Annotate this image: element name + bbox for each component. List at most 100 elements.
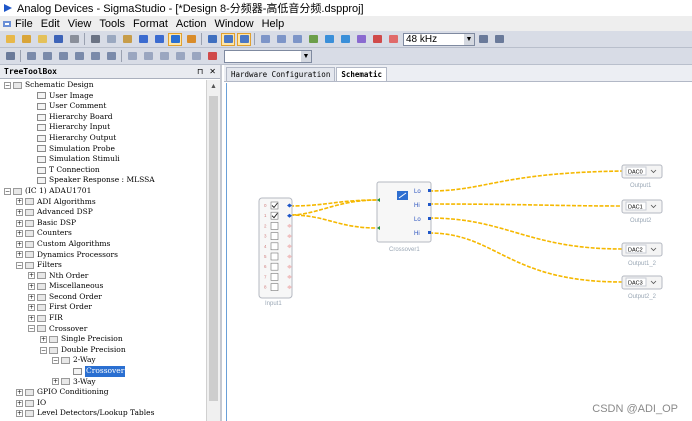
menu-action[interactable]: Action — [176, 18, 207, 30]
tree-item[interactable]: +3-Way — [0, 377, 206, 388]
expand-icon[interactable]: + — [16, 198, 23, 206]
ungroup-icon[interactable] — [173, 50, 187, 63]
zoom-select[interactable]: ▼ — [224, 49, 312, 63]
pin-icon[interactable]: ⊓ — [197, 67, 203, 76]
expand-icon[interactable]: + — [28, 314, 35, 322]
new-icon[interactable] — [3, 33, 17, 46]
tree-item[interactable]: Hierarchy Board — [0, 112, 206, 123]
collapse-icon[interactable]: − — [4, 187, 11, 195]
expand-icon[interactable]: + — [40, 336, 47, 344]
tools-icon[interactable] — [492, 33, 506, 46]
save-icon[interactable] — [51, 33, 65, 46]
input-channel-checkbox[interactable] — [270, 262, 279, 271]
crossover-output-port[interactable] — [428, 231, 431, 234]
collapse-icon[interactable]: − — [16, 261, 23, 269]
send-back-icon[interactable] — [141, 50, 155, 63]
scrollbar-thumb[interactable] — [209, 96, 218, 401]
tree-item[interactable]: Speaker Response : MLSSA — [0, 175, 206, 186]
print-icon[interactable] — [67, 33, 81, 46]
stop-icon[interactable] — [386, 33, 400, 46]
grid-icon[interactable] — [205, 33, 219, 46]
collapse-icon[interactable]: − — [4, 81, 11, 89]
layout-icon[interactable] — [221, 32, 235, 46]
tree-item[interactable]: + Counters — [0, 228, 206, 239]
crossover-output-port[interactable] — [428, 217, 431, 220]
menu-window[interactable]: Window — [214, 18, 253, 30]
redo-icon[interactable] — [152, 33, 166, 46]
input-channel-checkbox[interactable] — [270, 222, 279, 230]
output-block-0[interactable]: DAC0 Output1 — [621, 164, 663, 189]
input-block[interactable]: 012345678 Input1 — [258, 197, 293, 307]
tree-item[interactable]: + FIR — [0, 313, 206, 324]
run-icon[interactable] — [370, 33, 384, 46]
split-icon[interactable] — [290, 33, 304, 46]
settings-icon[interactable] — [476, 33, 490, 46]
bring-front-icon[interactable] — [125, 50, 139, 63]
tree-item[interactable]: + Dynamics Processors — [0, 250, 206, 261]
input-channel-checkbox[interactable] — [270, 242, 279, 251]
tree-item[interactable]: + First Order — [0, 302, 206, 313]
download-icon[interactable] — [338, 33, 352, 46]
output-block-2[interactable]: DAC2 Output1_2 — [621, 242, 663, 267]
paste-icon[interactable] — [120, 33, 134, 46]
tree-item[interactable]: + Miscellaneous — [0, 281, 206, 292]
tab-schematic[interactable]: Schematic — [336, 67, 387, 81]
tree-item[interactable]: Hierarchy Input — [0, 122, 206, 133]
align-icon[interactable] — [306, 33, 320, 46]
align-left-icon[interactable] — [3, 50, 17, 63]
tree-item[interactable]: + Basic DSP — [0, 218, 206, 229]
input-channel-checkbox[interactable] — [270, 252, 279, 261]
align-bottom-icon[interactable] — [56, 50, 70, 63]
crossover-block[interactable]: Lo Hi Lo Hi Crossover1 — [376, 181, 432, 253]
expand-icon[interactable]: + — [28, 293, 35, 301]
open-icon[interactable] — [19, 33, 33, 46]
menu-file[interactable]: File — [15, 18, 33, 30]
tree-item[interactable]: − Double Precision — [0, 345, 206, 356]
crossover-output-port[interactable] — [428, 203, 431, 206]
expand-icon[interactable]: + — [28, 283, 35, 291]
select-tool-icon[interactable] — [168, 32, 182, 46]
collapse-icon[interactable]: − — [52, 357, 59, 365]
tree-item[interactable]: User Image — [0, 91, 206, 102]
chevron-down-icon[interactable]: ▼ — [301, 50, 311, 62]
vertical-scrollbar[interactable]: ▲ — [206, 80, 220, 421]
tree-item[interactable]: T Connection — [0, 165, 206, 176]
expand-icon[interactable]: + — [16, 230, 23, 238]
menu-view[interactable]: View — [68, 18, 92, 30]
tree-item[interactable]: + ADI Algorithms — [0, 197, 206, 208]
tree-item[interactable]: + GPIO Conditioning — [0, 387, 206, 398]
expand-icon[interactable]: + — [16, 399, 23, 407]
input-channel-checkbox[interactable] — [270, 232, 279, 240]
distribute-v-icon[interactable] — [88, 50, 102, 63]
tree-item[interactable]: + Second Order — [0, 292, 206, 303]
expand-icon[interactable]: + — [52, 378, 59, 386]
expand-icon[interactable]: + — [16, 219, 23, 227]
same-size-icon[interactable] — [104, 50, 118, 63]
tree-item[interactable]: − (IC 1) ADAU1701 — [0, 186, 206, 197]
output-block-3[interactable]: DAC3 Output2_2 — [621, 275, 663, 300]
panel-icon[interactable] — [237, 32, 251, 46]
menu-tools[interactable]: Tools — [99, 18, 125, 30]
table-icon[interactable] — [274, 33, 288, 46]
tree-item[interactable]: − 2-Way — [0, 355, 206, 366]
undo-icon[interactable] — [136, 33, 150, 46]
schematic-canvas[interactable]: 012345678 Input1 Lo Hi Lo Hi Crossover1 — [226, 83, 692, 421]
scroll-up-icon[interactable]: ▲ — [207, 80, 220, 92]
open-folder-icon[interactable] — [35, 33, 49, 46]
window-icon[interactable] — [258, 33, 272, 46]
copy-icon[interactable] — [104, 33, 118, 46]
tree-item[interactable]: − Filters — [0, 260, 206, 271]
expand-icon[interactable]: + — [16, 410, 23, 418]
tree-item[interactable]: + Custom Algorithms — [0, 239, 206, 250]
cut-icon[interactable] — [88, 33, 102, 46]
pointer-tool-icon[interactable] — [184, 33, 198, 46]
close-icon[interactable]: ✕ — [209, 67, 216, 76]
tree-item[interactable]: − Schematic Design — [0, 80, 206, 91]
expand-icon[interactable]: + — [28, 304, 35, 312]
compile-icon[interactable] — [354, 33, 368, 46]
tab-hardware-configuration[interactable]: Hardware Configuration — [226, 67, 336, 81]
expand-icon[interactable]: + — [16, 240, 23, 248]
expand-icon[interactable]: + — [28, 272, 35, 280]
collapse-icon[interactable]: − — [28, 325, 35, 333]
output-block-1[interactable]: DAC1 Output2 — [621, 199, 663, 224]
